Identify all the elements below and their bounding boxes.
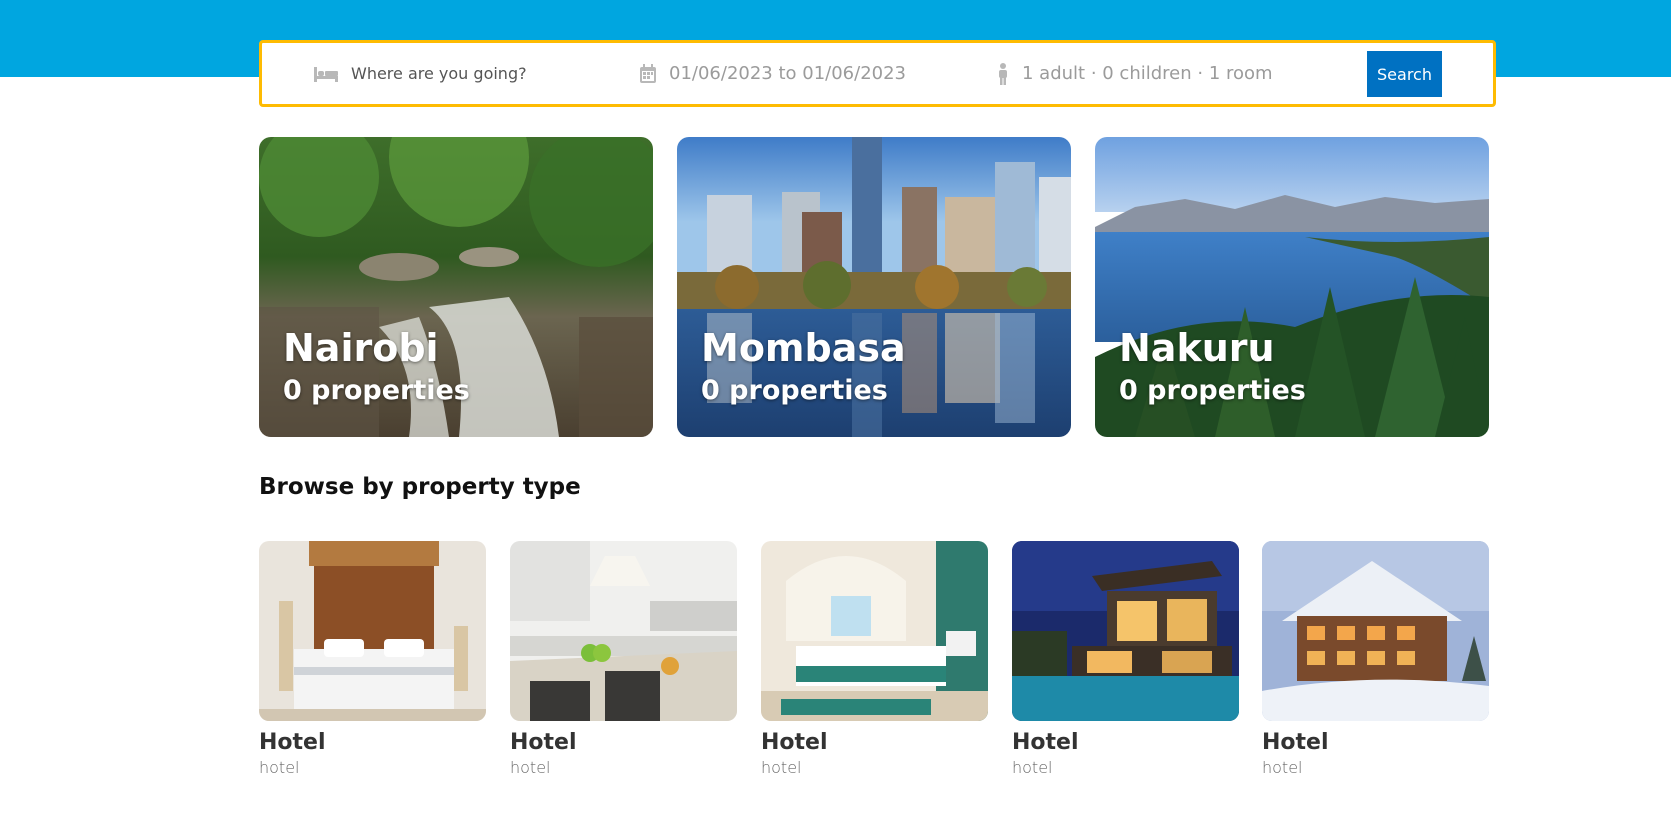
city-name: Nakuru [1119, 326, 1275, 370]
chalet-image [1262, 541, 1489, 721]
city-name: Mombasa [701, 326, 906, 370]
property-type-subtitle: hotel [510, 758, 551, 777]
search-bar: Where are you going? 01/06/2023 to 01/06… [259, 40, 1496, 107]
date-field[interactable]: 01/06/2023 to 01/06/2023 [639, 43, 906, 104]
city-cards: Nairobi 0 properties Mombasa 0 propertie… [259, 137, 1489, 437]
property-type-subtitle: hotel [761, 758, 802, 777]
property-type-title: Hotel [510, 730, 577, 755]
city-text: Mombasa 0 properties [701, 325, 906, 411]
villa-image [1012, 541, 1239, 721]
city-card-mombasa[interactable]: Mombasa 0 properties [677, 137, 1071, 437]
property-type-card[interactable]: Hotel hotel [510, 541, 737, 778]
date-range-text[interactable]: 01/06/2023 to 01/06/2023 [669, 63, 906, 84]
property-type-subtitle: hotel [1262, 758, 1303, 777]
guests-field[interactable]: 1 adult · 0 children · 1 room [996, 43, 1273, 104]
destination-field[interactable]: Where are you going? [313, 43, 527, 104]
suite-image [761, 541, 988, 721]
city-text: Nairobi 0 properties [283, 325, 470, 411]
city-card-nakuru[interactable]: Nakuru 0 properties [1095, 137, 1489, 437]
section-title: Browse by property type [259, 474, 581, 500]
bedroom-image [259, 541, 486, 721]
property-type-title: Hotel [259, 730, 326, 755]
property-type-card[interactable]: Hotel hotel [259, 541, 486, 778]
property-type-card[interactable]: Hotel hotel [1012, 541, 1239, 778]
property-type-list: Hotel hotel Hotel hotel Hotel hotel Hote… [259, 541, 1489, 781]
city-card-nairobi[interactable]: Nairobi 0 properties [259, 137, 653, 437]
property-type-title: Hotel [761, 730, 828, 755]
search-button[interactable]: Search [1367, 51, 1442, 97]
property-type-card[interactable]: Hotel hotel [761, 541, 988, 778]
city-property-count: 0 properties [1119, 375, 1306, 406]
city-property-count: 0 properties [283, 375, 470, 406]
property-type-title: Hotel [1262, 730, 1329, 755]
property-type-title: Hotel [1012, 730, 1079, 755]
city-property-count: 0 properties [701, 375, 888, 406]
property-type-card[interactable]: Hotel hotel [1262, 541, 1489, 778]
property-type-subtitle: hotel [259, 758, 300, 777]
calendar-icon [639, 63, 657, 84]
city-text: Nakuru 0 properties [1119, 325, 1306, 411]
city-name: Nairobi [283, 326, 439, 370]
kitchen-image [510, 541, 737, 721]
bed-icon [313, 65, 339, 83]
guests-text[interactable]: 1 adult · 0 children · 1 room [1022, 63, 1273, 84]
destination-input[interactable]: Where are you going? [351, 64, 527, 83]
property-type-subtitle: hotel [1012, 758, 1053, 777]
person-icon [996, 62, 1010, 85]
